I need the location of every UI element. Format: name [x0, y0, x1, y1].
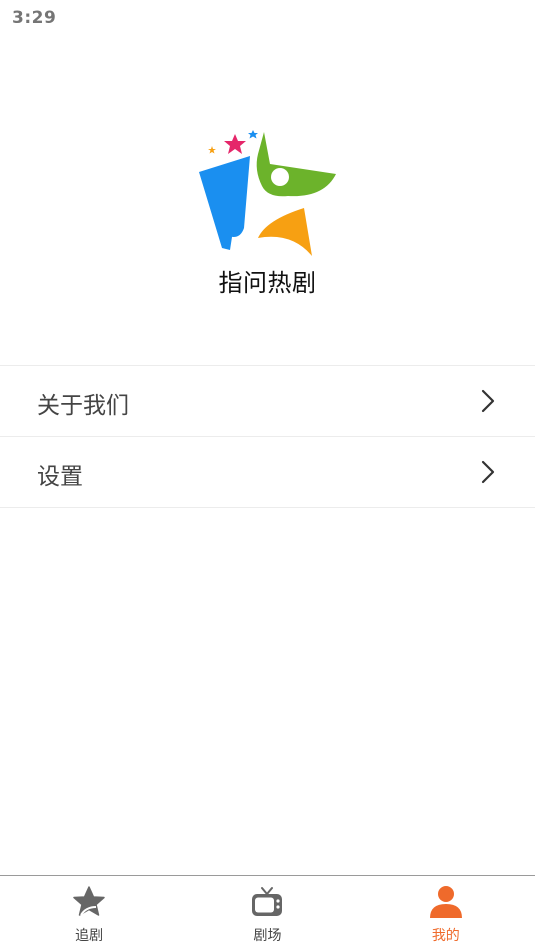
menu-item-label: 设置 [37, 464, 83, 490]
tab-label: 追剧 [75, 928, 104, 944]
logo-orange-shape [258, 208, 312, 256]
tv-icon [252, 887, 283, 916]
logo-small-star-blue [248, 130, 258, 139]
tab-label: 我的 [431, 928, 460, 944]
app-logo-icon [199, 130, 336, 256]
menu-item-settings[interactable]: 设置 [0, 437, 535, 508]
tab-mine[interactable]: 我的 [357, 876, 535, 952]
tab-label: 剧场 [253, 928, 282, 944]
bottom-tab-bar: 追剧 剧场 我的 [0, 875, 535, 952]
logo-small-star-orange [208, 146, 216, 154]
star-icon [73, 886, 105, 916]
app-name: 指问热剧 [218, 269, 317, 297]
settings-menu: 关于我们 设置 [0, 365, 535, 508]
person-icon [429, 886, 462, 918]
chevron-right-icon [481, 460, 495, 484]
app-header: 指问热剧 [0, 110, 535, 310]
logo-green-dot [271, 168, 289, 186]
status-bar: 3:29 [0, 0, 535, 38]
logo-blue-shape [199, 156, 250, 250]
chevron-right-icon [481, 389, 495, 413]
logo-green-shape [256, 132, 336, 197]
tab-theater[interactable]: 剧场 [178, 876, 356, 952]
status-time: 3:29 [12, 8, 57, 28]
menu-item-about-us[interactable]: 关于我们 [0, 366, 535, 437]
menu-item-label: 关于我们 [37, 393, 129, 419]
tab-follow-drama[interactable]: 追剧 [0, 876, 178, 952]
logo-small-star-pink [224, 134, 246, 154]
